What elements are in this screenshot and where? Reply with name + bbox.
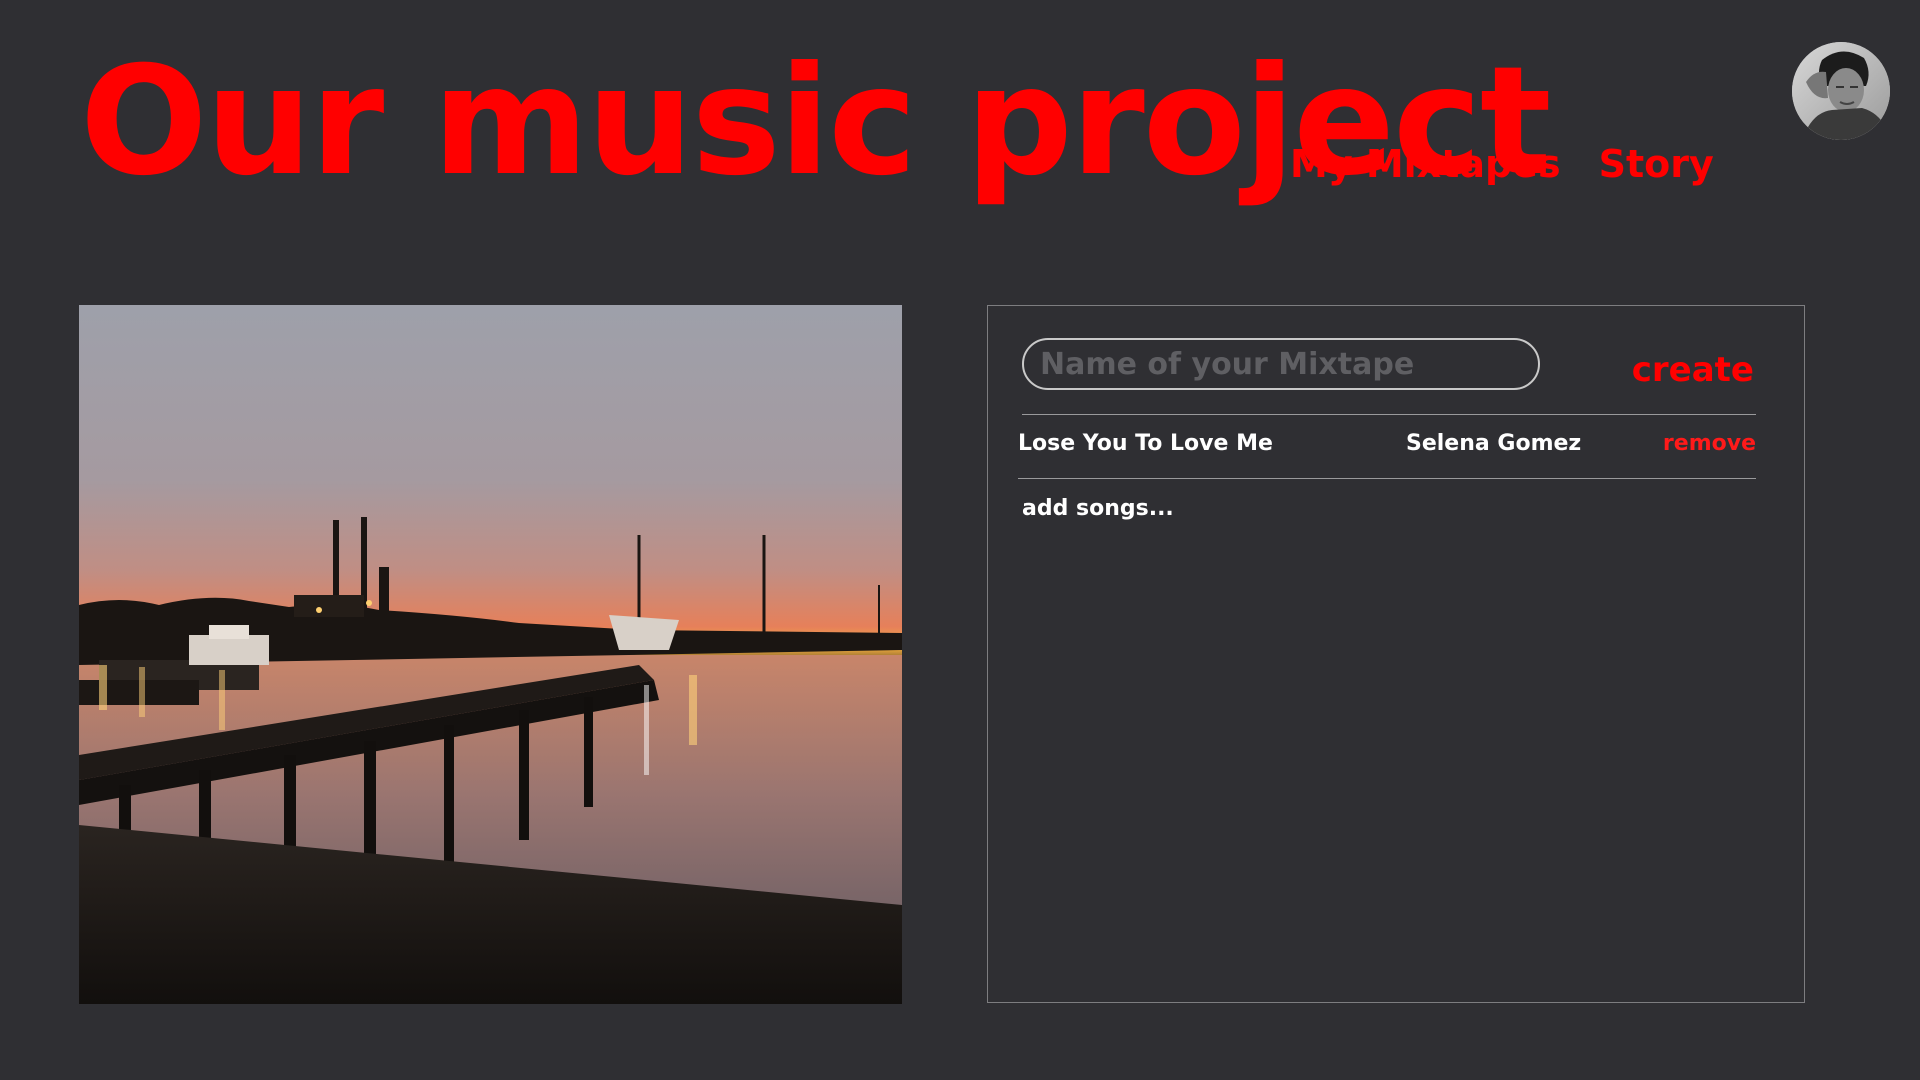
nav-my-mixtapes[interactable]: My Mixtapes xyxy=(1290,142,1561,186)
add-songs-link[interactable]: add songs... xyxy=(1022,496,1174,521)
song-artist: Selena Gomez xyxy=(1406,431,1582,456)
sunset-harbor-image xyxy=(79,305,902,1004)
remove-song-button[interactable]: remove xyxy=(1663,431,1756,456)
divider-top xyxy=(1022,414,1756,415)
avatar-photo xyxy=(1792,42,1890,140)
song-title: Lose You To Love Me xyxy=(1018,431,1273,456)
mixtape-panel: create Lose You To Love Me Selena Gomez … xyxy=(987,305,1805,1003)
create-button[interactable]: create xyxy=(1632,350,1754,390)
divider-bottom xyxy=(1018,478,1756,479)
user-avatar[interactable] xyxy=(1792,42,1890,140)
page: Our music project My Mixtapes Story Name… xyxy=(0,0,1920,1080)
cover-photo xyxy=(79,305,902,1004)
nav-story[interactable]: Story xyxy=(1599,142,1714,186)
song-row: Lose You To Love Me Selena Gomez remove xyxy=(1018,431,1756,471)
mixtape-name-input[interactable] xyxy=(1022,338,1540,390)
main-nav: My Mixtapes Story xyxy=(1290,142,1714,186)
